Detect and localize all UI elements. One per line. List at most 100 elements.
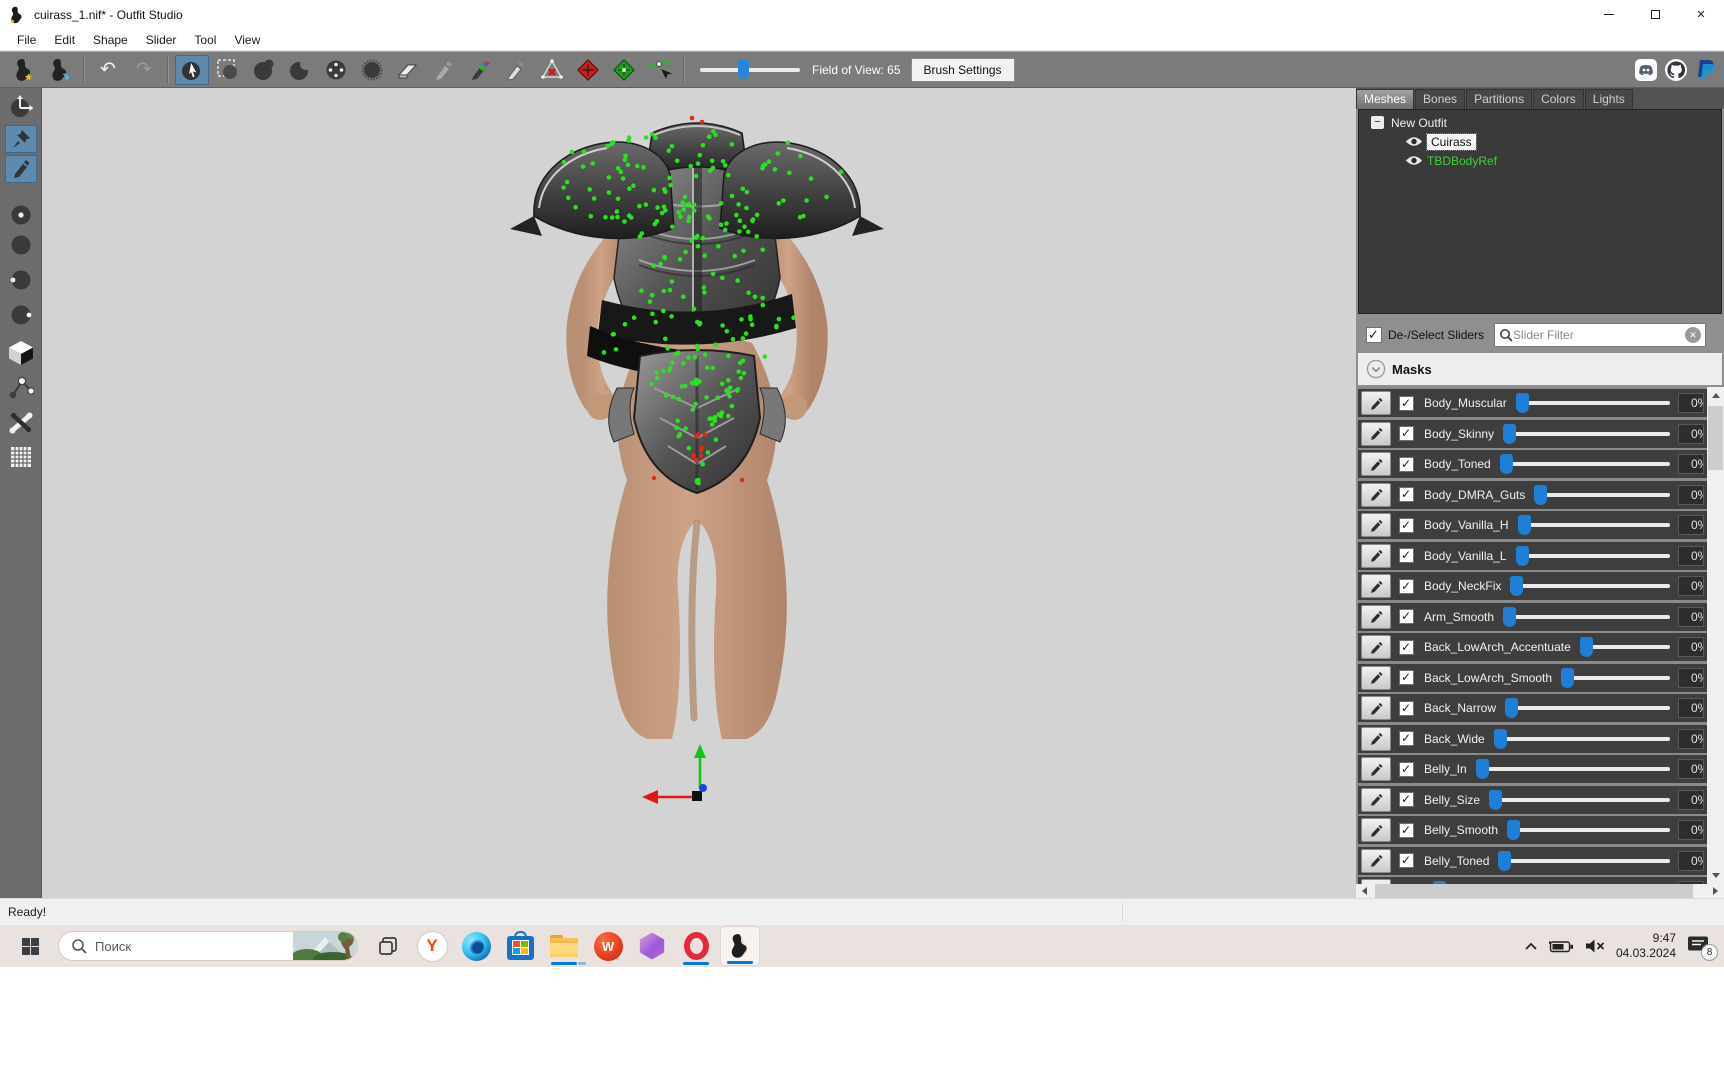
slider-track[interactable] — [1516, 393, 1670, 413]
mesh-item-label[interactable]: TBDBodyRef — [1427, 154, 1497, 168]
load-outfit-button[interactable] — [7, 55, 41, 85]
vertical-scroll-thumb[interactable] — [1708, 406, 1723, 470]
slider-checkbox[interactable] — [1399, 853, 1414, 868]
slider-value[interactable]: 0% — [1678, 424, 1704, 444]
slider-track[interactable] — [1498, 851, 1670, 871]
scroll-down-icon[interactable] — [1707, 867, 1724, 884]
scroll-left-icon[interactable] — [1356, 884, 1373, 898]
slider-value[interactable]: 0% — [1678, 698, 1704, 718]
slider-thumb[interactable] — [1516, 546, 1529, 566]
slider-thumb[interactable] — [1494, 729, 1507, 749]
deflate-brush-button[interactable] — [283, 55, 317, 85]
collision-red-diamond-button[interactable] — [571, 55, 605, 85]
vertical-scrollbar[interactable] — [1707, 387, 1724, 884]
pin-toggle[interactable] — [5, 125, 37, 153]
edge-button[interactable] — [456, 926, 496, 966]
collision-green-diamond-button[interactable] — [607, 55, 641, 85]
bones-toggle[interactable] — [5, 408, 37, 436]
mesh-item-label[interactable]: Cuirass — [1427, 134, 1476, 150]
task-view-button[interactable] — [368, 926, 408, 966]
minimize-button[interactable] — [1586, 0, 1632, 29]
slider-checkbox[interactable] — [1399, 762, 1414, 777]
slider-edit-button[interactable] — [1361, 513, 1391, 537]
slider-checkbox[interactable] — [1399, 609, 1414, 624]
deselect-sliders-checkbox[interactable] — [1366, 327, 1382, 343]
tab-meshes[interactable]: Meshes — [1356, 89, 1414, 109]
opera-button[interactable] — [676, 926, 716, 966]
fov-slider[interactable] — [700, 68, 800, 72]
vertices-toggle[interactable] — [5, 373, 37, 401]
smooth-brush-button[interactable] — [355, 55, 389, 85]
menu-shape[interactable]: Shape — [84, 31, 137, 49]
tree-item-new-outfit[interactable]: − New Outfit — [1359, 113, 1721, 132]
slider-value[interactable]: 0% — [1678, 668, 1704, 688]
load-reference-button[interactable] — [43, 55, 77, 85]
slider-value[interactable]: 0% — [1678, 393, 1704, 413]
slider-filter-box[interactable]: ✕ — [1494, 323, 1706, 347]
slider-thumb[interactable] — [1498, 851, 1511, 871]
slider-thumb[interactable] — [1516, 393, 1529, 413]
move-brush-button[interactable] — [319, 55, 353, 85]
menu-tool[interactable]: Tool — [185, 31, 225, 49]
slider-value[interactable]: 0% — [1678, 485, 1704, 505]
slider-checkbox[interactable] — [1399, 518, 1414, 533]
slider-thumb[interactable] — [1507, 820, 1520, 840]
fov-slider-thumb[interactable] — [738, 60, 749, 79]
brush-edit-toggle[interactable] — [5, 155, 37, 183]
slider-checkbox[interactable] — [1399, 823, 1414, 838]
slider-thumb[interactable] — [1476, 759, 1489, 779]
slider-edit-button[interactable] — [1361, 849, 1391, 873]
slider-track[interactable] — [1476, 759, 1670, 779]
eraser-button[interactable] — [391, 55, 425, 85]
slider-thumb[interactable] — [1503, 424, 1516, 444]
slider-thumb[interactable] — [1534, 485, 1547, 505]
slider-thumb[interactable] — [1561, 668, 1574, 688]
viewport-3d[interactable] — [42, 88, 1356, 898]
slider-value[interactable]: 0% — [1678, 729, 1704, 749]
slider-checkbox[interactable] — [1399, 426, 1414, 441]
menu-file[interactable]: File — [8, 31, 45, 49]
slider-value[interactable]: 0% — [1678, 820, 1704, 840]
slider-track[interactable] — [1494, 729, 1670, 749]
rotation-center-toggle[interactable] — [5, 93, 37, 121]
slider-filter-input[interactable] — [1513, 328, 1685, 342]
slider-checkbox[interactable] — [1399, 396, 1414, 411]
slider-edit-button[interactable] — [1361, 635, 1391, 659]
slider-value[interactable]: 0% — [1678, 515, 1704, 535]
slider-value[interactable]: 0% — [1678, 790, 1704, 810]
redo-button[interactable]: ↷ — [127, 55, 161, 85]
slider-value[interactable]: 0% — [1678, 546, 1704, 566]
battery-icon[interactable] — [1548, 939, 1574, 954]
menu-view[interactable]: View — [225, 31, 269, 49]
vertex-edit-button[interactable] — [643, 55, 677, 85]
slider-track[interactable] — [1561, 668, 1670, 688]
slider-edit-button[interactable] — [1361, 788, 1391, 812]
slider-value[interactable]: 0% — [1678, 759, 1704, 779]
textures-toggle[interactable] — [5, 338, 37, 366]
slider-checkbox[interactable] — [1399, 457, 1414, 472]
volume-muted-icon[interactable] — [1584, 938, 1606, 954]
slider-edit-button[interactable] — [1361, 666, 1391, 690]
slider-checkbox[interactable] — [1399, 579, 1414, 594]
microsoft-store-button[interactable] — [500, 926, 540, 966]
slider-value[interactable]: 0% — [1678, 607, 1704, 627]
slider-thumb[interactable] — [1510, 576, 1523, 596]
slider-value[interactable]: 0% — [1678, 454, 1704, 474]
file-explorer-button[interactable] — [544, 926, 584, 966]
menu-edit[interactable]: Edit — [45, 31, 84, 49]
tab-lights[interactable]: Lights — [1585, 89, 1633, 109]
collision-mesh-button[interactable] — [535, 55, 569, 85]
slider-value[interactable]: 0% — [1678, 851, 1704, 871]
brush-settings-button[interactable]: Brush Settings — [911, 58, 1015, 82]
color-brush-button[interactable] — [463, 55, 497, 85]
scroll-right-icon[interactable] — [1707, 884, 1724, 898]
collapse-icon[interactable]: − — [1371, 116, 1384, 129]
inflate-brush-button[interactable] — [247, 55, 281, 85]
slider-thumb[interactable] — [1518, 515, 1531, 535]
slider-thumb[interactable] — [1505, 698, 1518, 718]
slider-checkbox[interactable] — [1399, 548, 1414, 563]
mask-brush-button[interactable] — [211, 55, 245, 85]
slider-track[interactable] — [1507, 820, 1670, 840]
slider-edit-button[interactable] — [1361, 605, 1391, 629]
taskbar-search[interactable] — [58, 931, 358, 961]
